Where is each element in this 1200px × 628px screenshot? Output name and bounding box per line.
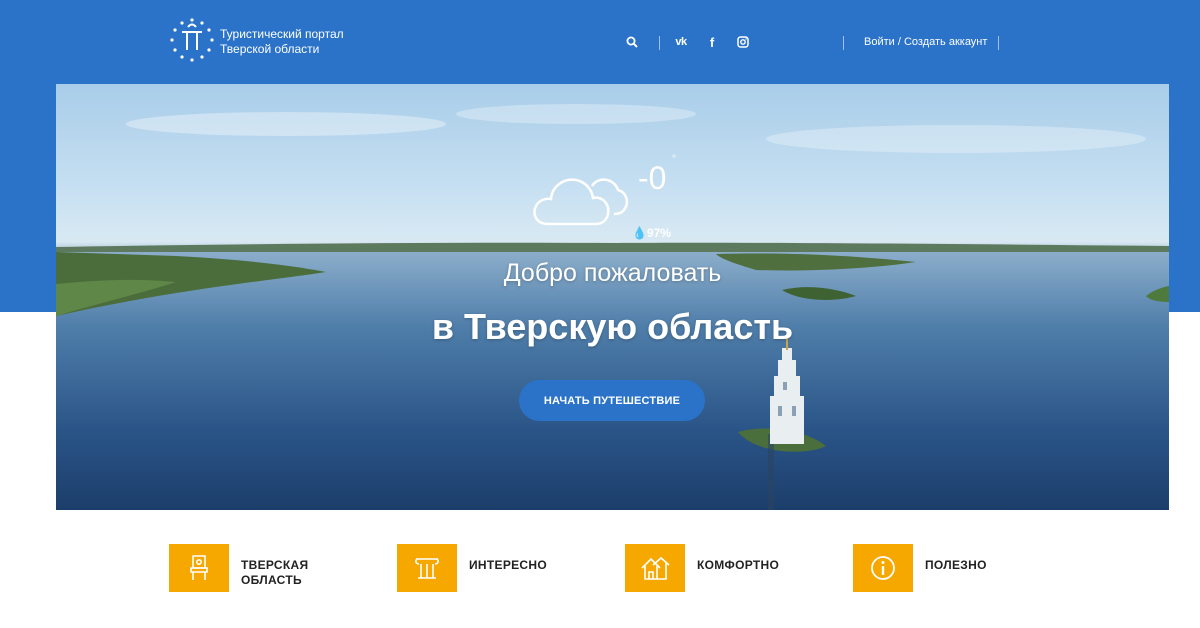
category-label-line-2: ОБЛАСТЬ bbox=[241, 573, 302, 587]
register-link[interactable]: Создать аккаунт bbox=[904, 36, 987, 48]
degree-symbol: ° bbox=[672, 154, 676, 165]
logo-text[interactable]: Туристический портал Тверской области bbox=[220, 27, 344, 57]
logo-icon[interactable] bbox=[168, 16, 216, 64]
weather-widget: -0 ° 💧97% bbox=[530, 154, 690, 244]
logo-line-2: Тверской области bbox=[220, 42, 320, 56]
humidity: 💧97% bbox=[632, 226, 671, 240]
droplet-icon: 💧 bbox=[632, 226, 647, 240]
login-link[interactable]: Войти bbox=[864, 36, 895, 48]
instagram-icon[interactable] bbox=[733, 32, 753, 52]
category-icon-box bbox=[397, 544, 457, 592]
category-icon-box bbox=[853, 544, 913, 592]
cloud-icon bbox=[533, 178, 629, 226]
humidity-value: 97% bbox=[646, 226, 671, 240]
category-label: КОМФОРТНО bbox=[697, 558, 779, 573]
chair-icon bbox=[190, 555, 208, 580]
hero-subtitle: Добро пожаловать bbox=[503, 259, 722, 287]
category-icon-box bbox=[625, 544, 685, 592]
logo-line-1: Туристический портал bbox=[220, 27, 344, 41]
search-icon[interactable] bbox=[622, 32, 642, 52]
hero-banner: -0 ° 💧97% Добро пожаловать в Тверскую об… bbox=[56, 84, 1169, 510]
hero-title: в Тверскую область bbox=[431, 306, 794, 347]
facebook-icon[interactable]: f bbox=[702, 32, 722, 52]
category-label: ИНТЕРЕСНО bbox=[469, 558, 547, 573]
vk-icon[interactable]: vk bbox=[671, 32, 691, 52]
temperature: -0 bbox=[638, 160, 667, 196]
column-icon bbox=[415, 558, 439, 579]
auth-separator: / bbox=[894, 36, 904, 48]
info-icon bbox=[871, 556, 895, 580]
category-label-line-1: КОМФОРТНО bbox=[697, 558, 780, 572]
header-divider bbox=[998, 36, 999, 50]
header-divider bbox=[843, 36, 844, 50]
category-label: ТВЕРСКАЯ ОБЛАСТЬ bbox=[241, 558, 308, 588]
start-journey-button[interactable]: НАЧАТЬ ПУТЕШЕСТВИЕ bbox=[519, 380, 705, 421]
category-label-line-1: ТВЕРСКАЯ bbox=[241, 558, 309, 572]
category-icon-box bbox=[169, 544, 229, 592]
site-header: Туристический портал Тверской области vk… bbox=[0, 0, 1200, 84]
category-label-line-1: ИНТЕРЕСНО bbox=[469, 558, 547, 572]
auth-links: Войти / Создать аккаунт bbox=[864, 36, 987, 48]
hero-landscape-image bbox=[56, 104, 1169, 510]
houses-icon bbox=[641, 556, 670, 580]
category-label-line-1: ПОЛЕЗНО bbox=[925, 558, 987, 572]
category-label: ПОЛЕЗНО bbox=[925, 558, 987, 573]
header-divider bbox=[659, 36, 660, 50]
